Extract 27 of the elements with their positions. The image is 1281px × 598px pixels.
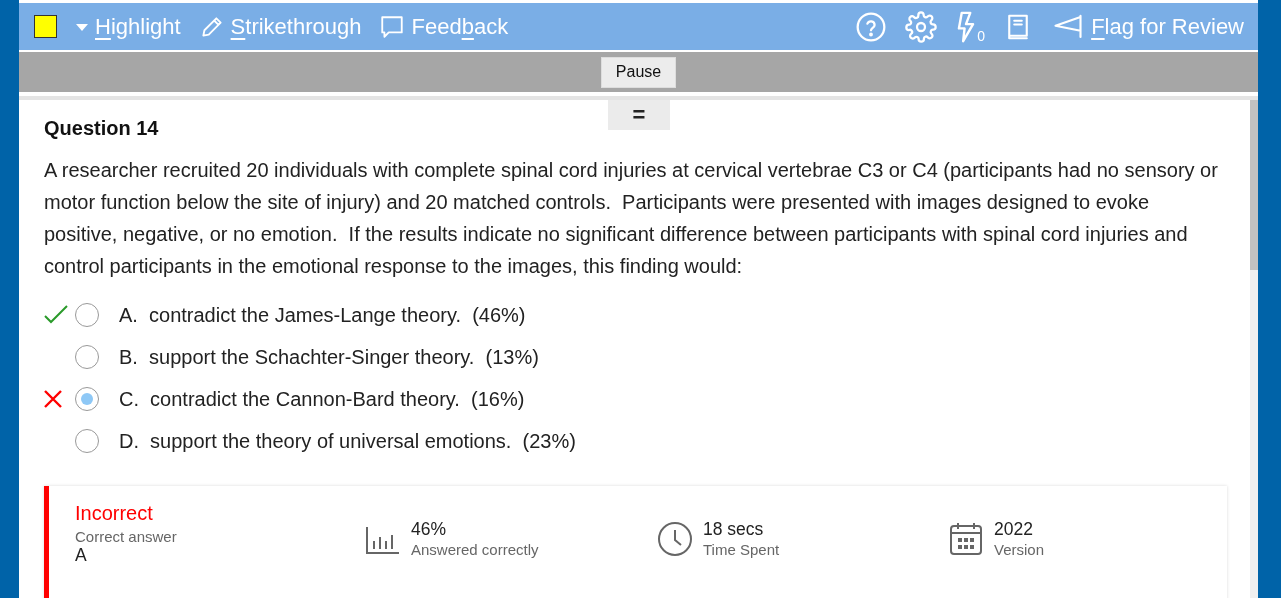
help-icon[interactable] bbox=[855, 10, 888, 43]
cross-icon bbox=[44, 390, 62, 408]
calendar-icon bbox=[948, 520, 984, 557]
stat-label: Version bbox=[994, 541, 1045, 558]
highlight-color-swatch[interactable] bbox=[34, 15, 57, 38]
stat-value: 2022 bbox=[994, 519, 1034, 540]
stat-value: 46% bbox=[411, 519, 448, 540]
stat-label: Time Spent bbox=[703, 541, 780, 558]
stat-label: Answered correctly bbox=[411, 541, 539, 558]
correct-answer-label: Correct answer bbox=[75, 528, 178, 545]
result-status: Incorrect bbox=[75, 502, 154, 525]
scrollbar-thumb[interactable] bbox=[1250, 100, 1258, 270]
question-text: A researcher recruited 20 individuals with complete spinal cord injuries at cervical vertebrae C3 or C4 (participants had no sensory or motor function below the site of injury) and 20 matched controls. Participants were presented with images designed to evoke positive, negative, or no emotion. If the results indicate no significant difference between participants with spinal cord injuries and control participants in the emotional response to the images, this finding would: bbox=[44, 158, 1219, 279]
drag-handle[interactable]: = bbox=[608, 100, 670, 130]
settings-icon[interactable] bbox=[905, 10, 938, 43]
answer-option[interactable]: C. contradict the Cannon-Bard theory. (16%) bbox=[119, 387, 525, 411]
answer-option[interactable]: B. support the Schachter-Singer theory. (13%) bbox=[119, 345, 539, 369]
stat-value: 18 secs bbox=[703, 519, 765, 540]
answer-option[interactable]: A. contradict the James-Lange theory. (46%) bbox=[119, 303, 526, 327]
caret-icon bbox=[75, 21, 89, 32]
answer-option[interactable]: D. support the theory of universal emotions. (23%) bbox=[119, 429, 576, 453]
speech-bubble-icon bbox=[379, 13, 406, 40]
clock-icon bbox=[657, 520, 693, 557]
question-title: Question 14 bbox=[44, 117, 160, 140]
pause-button[interactable]: Pause bbox=[600, 56, 677, 88]
correct-answer-value: A bbox=[75, 545, 88, 566]
check-icon bbox=[44, 305, 68, 325]
